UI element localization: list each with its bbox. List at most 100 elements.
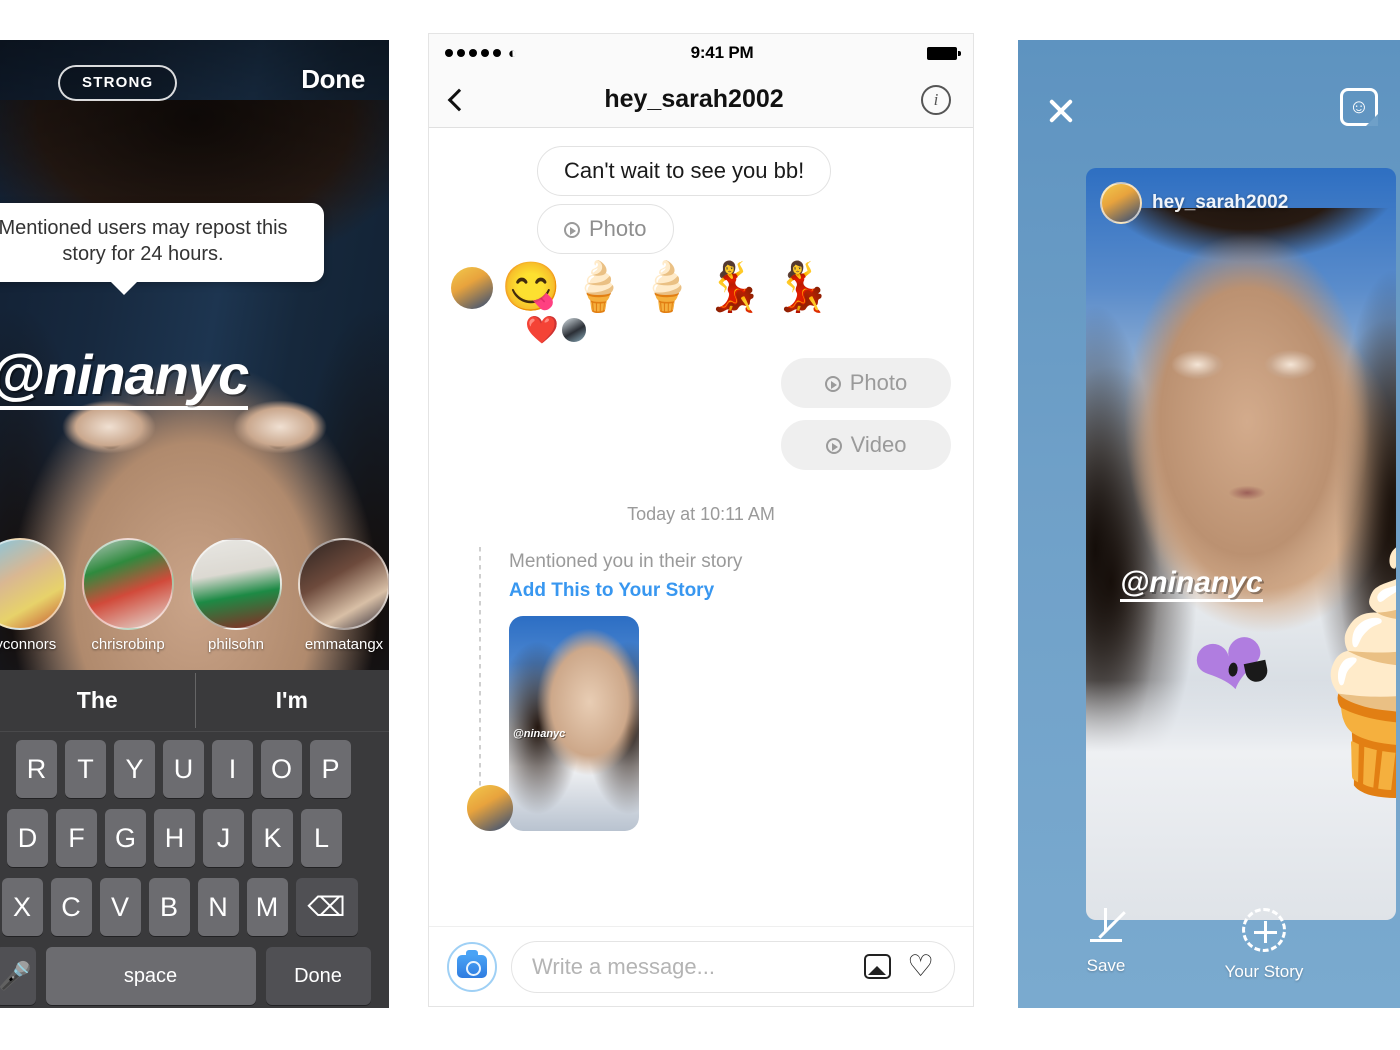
keyboard-row-3: X C V B N M ⌫ bbox=[0, 878, 389, 936]
friend-username: philsohn bbox=[208, 636, 264, 653]
friend-username: jayconnors bbox=[0, 636, 57, 653]
camera-button[interactable] bbox=[447, 941, 497, 992]
key-i[interactable]: I bbox=[212, 740, 253, 798]
mention-dashed-line bbox=[479, 547, 481, 827]
message-composer: Write a message... ♡ bbox=[429, 926, 973, 1006]
friend-item[interactable]: philsohn bbox=[190, 538, 282, 653]
heart-eye bbox=[1227, 662, 1239, 678]
keyboard-row-1: R T Y U I O P bbox=[0, 740, 389, 798]
key-k[interactable]: K bbox=[252, 809, 293, 867]
mention-sticker: @ninanyc bbox=[1120, 566, 1263, 602]
key-l[interactable]: L bbox=[301, 809, 342, 867]
avatar bbox=[298, 538, 389, 630]
conversation-title: hey_sarah2002 bbox=[604, 85, 784, 113]
close-x-icon[interactable] bbox=[1046, 96, 1076, 126]
story-thumbnail-mention: @ninanyc bbox=[513, 728, 566, 740]
key-c[interactable]: C bbox=[50, 878, 92, 936]
suggestion-chip[interactable]: The bbox=[0, 687, 195, 714]
key-j[interactable]: J bbox=[203, 809, 244, 867]
story-thumbnail[interactable]: @ninanyc bbox=[509, 616, 639, 831]
avatar bbox=[451, 267, 493, 309]
gallery-icon[interactable] bbox=[864, 954, 892, 979]
status-bar-left: ◐ bbox=[445, 45, 517, 62]
emoji-item: 🍦 bbox=[636, 261, 697, 314]
key-f[interactable]: F bbox=[56, 809, 97, 867]
ice-cream-sticker: 🍦 bbox=[1241, 527, 1396, 814]
on-screen-keyboard[interactable]: The I'm R T Y U I O P D F G H J K L X C … bbox=[0, 670, 389, 1008]
save-label: Save bbox=[1086, 956, 1126, 975]
message-reaction[interactable]: ❤️ bbox=[525, 314, 951, 346]
story-mention-card: Mentioned you in their story Add This to… bbox=[451, 547, 951, 831]
status-bar: ◐ 9:41 PM bbox=[429, 34, 973, 72]
wifi-icon: ◐ bbox=[508, 44, 518, 62]
keyboard-rows: R T Y U I O P D F G H J K L X C V B N M … bbox=[0, 732, 389, 1005]
key-x[interactable]: X bbox=[1, 878, 43, 936]
key-o[interactable]: O bbox=[261, 740, 302, 798]
key-b[interactable]: B bbox=[148, 878, 190, 936]
avatar bbox=[0, 538, 66, 630]
play-circle-icon bbox=[564, 222, 580, 238]
story-preview-header: hey_sarah2002 bbox=[1100, 182, 1288, 224]
emoji-item: 💃 bbox=[704, 261, 765, 314]
your-story-button[interactable]: Your Story bbox=[1218, 908, 1310, 982]
privacy-strength-badge: STRONG bbox=[58, 65, 178, 101]
add-to-story-icon bbox=[1242, 908, 1286, 952]
outgoing-photo-label: Photo bbox=[849, 370, 908, 395]
save-button[interactable]: Save bbox=[1060, 908, 1152, 976]
mention-tooltip: Mentioned users may repost this story fo… bbox=[0, 203, 324, 296]
incoming-photo-bubble[interactable]: Photo bbox=[537, 204, 674, 254]
sticker-face-icon[interactable]: ☺ bbox=[1340, 88, 1378, 126]
message-row: Photo bbox=[451, 358, 951, 408]
key-d[interactable]: D bbox=[7, 809, 48, 867]
message-row: Can't wait to see you bb! bbox=[451, 146, 951, 196]
friend-item[interactable]: chrisrobinp bbox=[82, 538, 174, 653]
done-button[interactable]: Done bbox=[301, 64, 365, 95]
key-g[interactable]: G bbox=[105, 809, 146, 867]
battery-full-icon bbox=[927, 46, 961, 60]
story-preview-card[interactable]: hey_sarah2002 @ninanyc ❤ 🍦 bbox=[1086, 168, 1396, 920]
add-this-to-your-story-link[interactable]: Add This to Your Story bbox=[509, 580, 714, 602]
key-h[interactable]: H bbox=[154, 809, 195, 867]
key-p[interactable]: P bbox=[310, 740, 351, 798]
friend-username: chrisrobinp bbox=[91, 636, 165, 653]
emoji-item: 💃 bbox=[772, 261, 832, 314]
heart-outline-icon[interactable]: ♡ bbox=[907, 951, 934, 982]
emoji-item: 😋 bbox=[501, 261, 561, 314]
outgoing-video-label: Video bbox=[850, 432, 907, 457]
play-circle-icon bbox=[825, 438, 842, 454]
key-v[interactable]: V bbox=[99, 878, 141, 936]
friend-item[interactable]: jayconnors bbox=[0, 538, 66, 653]
key-u[interactable]: U bbox=[163, 740, 204, 798]
key-n[interactable]: N bbox=[197, 878, 239, 936]
avatar bbox=[82, 538, 174, 630]
space-key[interactable]: space bbox=[45, 947, 256, 1005]
your-story-label: Your Story bbox=[1224, 962, 1304, 981]
backspace-icon[interactable]: ⌫ bbox=[295, 878, 358, 936]
message-input-field[interactable]: Write a message... ♡ bbox=[511, 940, 955, 993]
thread-timestamp: Today at 10:11 AM bbox=[627, 504, 775, 524]
key-t[interactable]: T bbox=[65, 740, 106, 798]
message-row: Video bbox=[451, 420, 951, 470]
reactor-avatar bbox=[560, 317, 587, 343]
keyboard-row-4: 🎤 space Done bbox=[0, 947, 389, 1005]
key-m[interactable]: M bbox=[246, 878, 288, 936]
signal-dots-icon bbox=[445, 49, 501, 57]
avatar bbox=[1100, 182, 1142, 224]
key-y[interactable]: Y bbox=[114, 740, 155, 798]
outgoing-photo-bubble[interactable]: Photo bbox=[781, 358, 951, 408]
emoji-message-row: 😋 🍦 🍦 💃 💃 bbox=[451, 264, 951, 312]
keyboard-suggestion-bar: The I'm bbox=[0, 670, 389, 732]
microphone-icon[interactable]: 🎤 bbox=[0, 947, 36, 1005]
friend-item[interactable]: emmatangx bbox=[298, 538, 389, 653]
keyboard-row-2: D F G H J K L bbox=[0, 809, 389, 867]
message-thread: Can't wait to see you bb! Photo 😋 🍦 🍦 💃 … bbox=[429, 128, 973, 966]
key-r[interactable]: R bbox=[16, 740, 57, 798]
outgoing-video-bubble[interactable]: Video bbox=[781, 420, 951, 470]
suggestion-chip[interactable]: I'm bbox=[194, 673, 390, 728]
message-input-placeholder: Write a message... bbox=[532, 953, 715, 979]
mention-sticker[interactable]: @ninanyc bbox=[0, 342, 249, 410]
direct-message-panel: ◐ 9:41 PM hey_sarah2002 i Can't wait to … bbox=[428, 33, 974, 1007]
story-share-panel: ☺ hey_sarah2002 @ninanyc ❤ 🍦 Save Your S… bbox=[1018, 40, 1400, 1008]
info-circle-icon[interactable]: i bbox=[921, 84, 951, 115]
keyboard-done-key[interactable]: Done bbox=[265, 947, 371, 1005]
